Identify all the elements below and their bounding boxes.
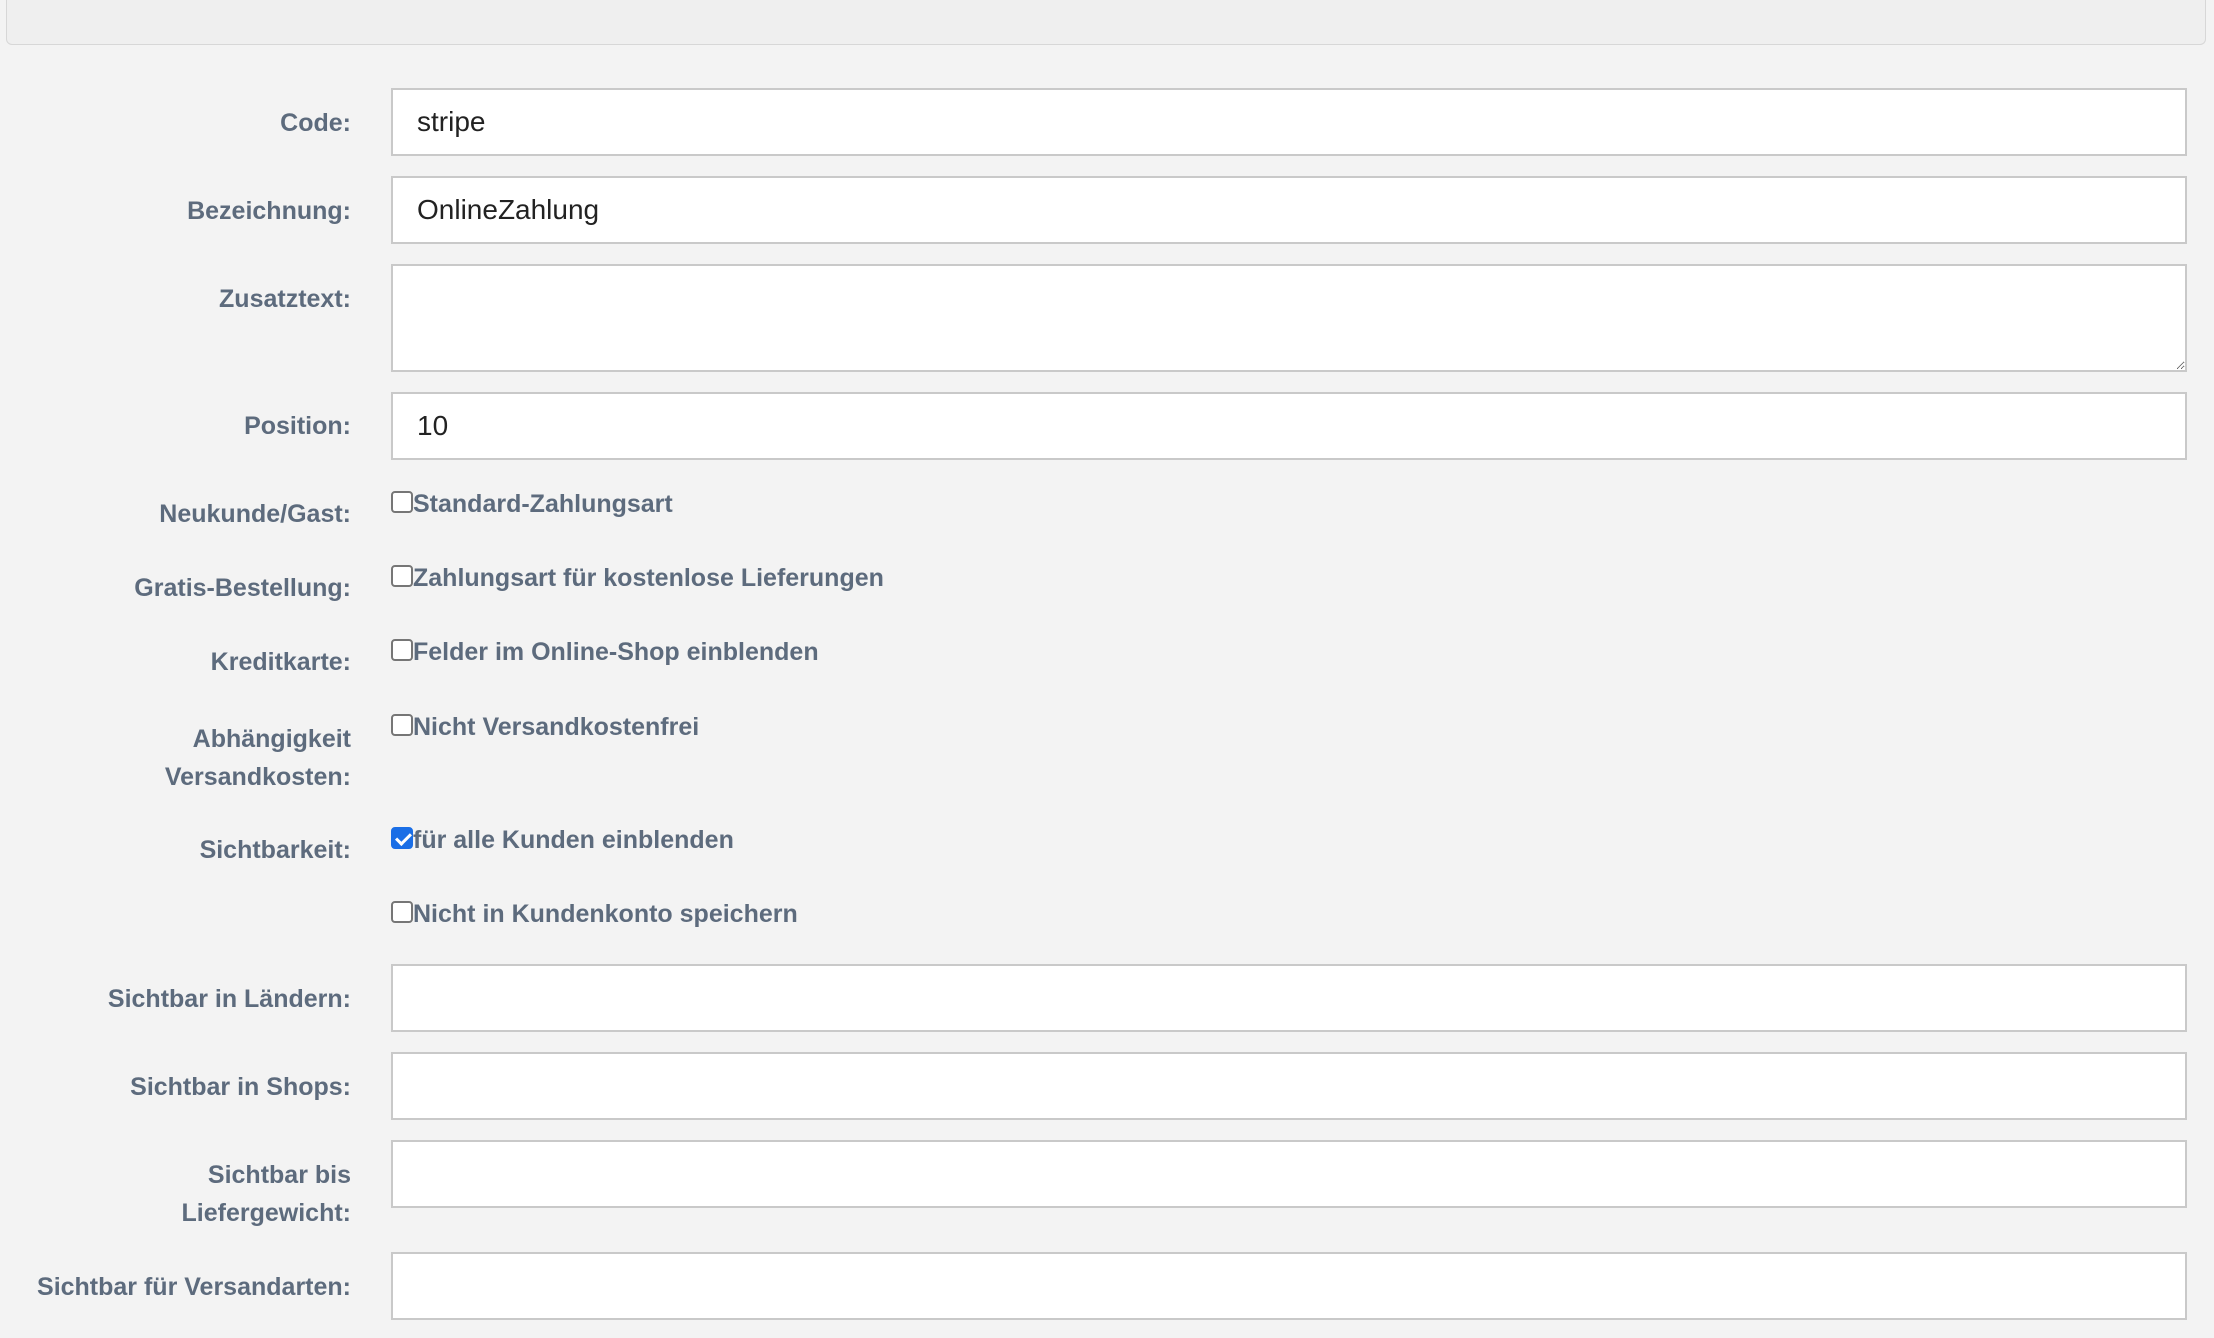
kundenkonto-option-label[interactable]: Nicht in Kundenkonto speichern [413,899,798,929]
shops-label: Sichtbar in Shops: [130,1073,351,1101]
kreditkarte-checkbox[interactable] [391,639,413,661]
abhaengigkeit-label-line2: Versandkosten: [164,763,351,791]
liefergewicht-label-line1: Sichtbar bis [207,1161,351,1189]
liefergewicht-label-line2: Liefergewicht: [181,1199,351,1227]
gratis-option-label[interactable]: Zahlungsart für kostenlose Lieferungen [413,563,884,593]
position-input[interactable] [391,392,2187,460]
kundenkonto-checkbox-row[interactable]: Nicht in Kundenkonto speichern [391,899,798,929]
neukunde-option-label[interactable]: Standard-Zahlungsart [413,489,673,519]
code-label: Code: [280,109,351,137]
bezeichnung-label: Bezeichnung: [187,197,351,225]
gratis-checkbox-row[interactable]: Zahlungsart für kostenlose Lieferungen [391,563,884,593]
zusatztext-label: Zusatztext: [219,285,351,313]
kreditkarte-checkbox-row[interactable]: Felder im Online-Shop einblenden [391,637,819,667]
abhaengigkeit-checkbox[interactable] [391,714,413,736]
kreditkarte-label: Kreditkarte: [210,648,351,676]
abhaengigkeit-option-label[interactable]: Nicht Versandkostenfrei [413,712,699,742]
gratis-label: Gratis-Bestellung: [134,574,351,602]
laender-input[interactable] [391,964,2187,1032]
kreditkarte-option-label[interactable]: Felder im Online-Shop einblenden [413,637,819,667]
sichtbarkeit-option-label[interactable]: für alle Kunden einblenden [413,825,734,855]
code-input[interactable] [391,88,2187,156]
gratis-checkbox[interactable] [391,565,413,587]
versandarten-label: Sichtbar für Versandarten: [37,1273,351,1301]
laender-label: Sichtbar in Ländern: [107,985,351,1013]
shops-input[interactable] [391,1052,2187,1120]
sichtbarkeit-checkbox[interactable] [391,827,413,849]
top-panel [6,0,2206,45]
abhaengigkeit-label-line1: Abhängigkeit [192,725,351,753]
position-label: Position: [244,412,351,440]
sichtbarkeit-checkbox-row[interactable]: für alle Kunden einblenden [391,825,734,855]
versandarten-input[interactable] [391,1252,2187,1320]
abhaengigkeit-checkbox-row[interactable]: Nicht Versandkostenfrei [391,712,699,742]
neukunde-checkbox[interactable] [391,491,413,513]
neukunde-label: Neukunde/Gast: [159,500,351,528]
kundenkonto-checkbox[interactable] [391,901,413,923]
bezeichnung-input[interactable] [391,176,2187,244]
liefergewicht-input[interactable] [391,1140,2187,1208]
zusatztext-textarea[interactable] [391,264,2187,372]
neukunde-checkbox-row[interactable]: Standard-Zahlungsart [391,489,673,519]
sichtbarkeit-label: Sichtbarkeit: [199,836,351,864]
